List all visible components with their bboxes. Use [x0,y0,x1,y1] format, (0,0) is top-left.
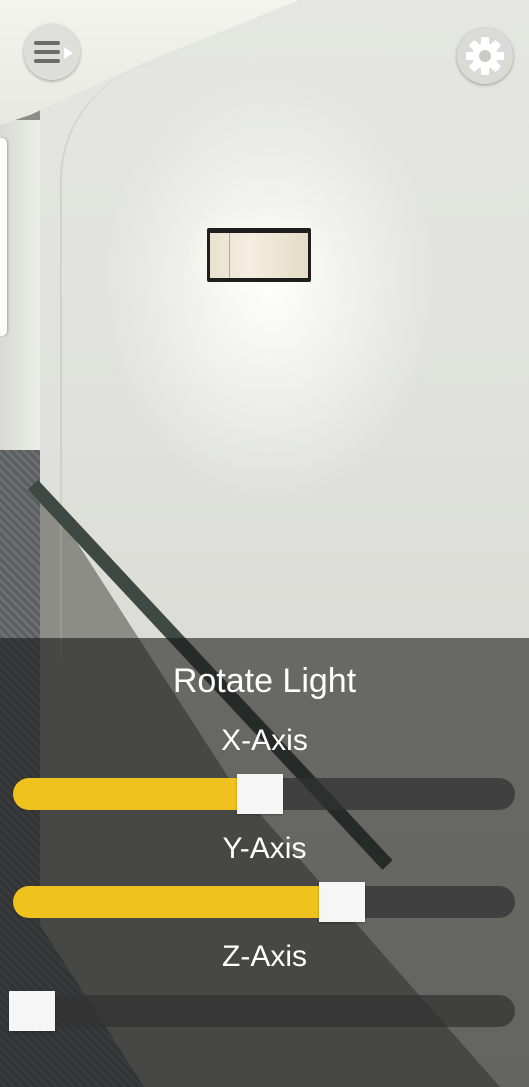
y-axis-slider-fill [13,886,342,918]
z-axis-label: Z-Axis [222,940,307,973]
z-axis-slider[interactable] [9,991,515,1031]
doorframe-edge [0,138,7,336]
z-axis-slider-thumb[interactable] [9,991,55,1031]
sconce-shade [210,233,308,278]
sconce-seam [229,233,230,278]
y-axis-label: Y-Axis [222,832,307,865]
x-axis-slider-fill [13,778,260,810]
menu-button[interactable] [24,24,80,80]
hamburger-menu-icon [34,40,73,64]
x-axis-slider[interactable] [13,774,515,814]
y-axis-slider-thumb[interactable] [319,882,365,922]
x-axis-slider-thumb[interactable] [237,774,283,814]
wall-sconce-light [207,228,311,282]
y-axis-slider[interactable] [13,882,515,922]
panel-title: Rotate Light [172,662,357,700]
settings-button[interactable] [457,28,513,84]
x-axis-label: X-Axis [221,724,308,757]
gear-icon [466,37,504,75]
